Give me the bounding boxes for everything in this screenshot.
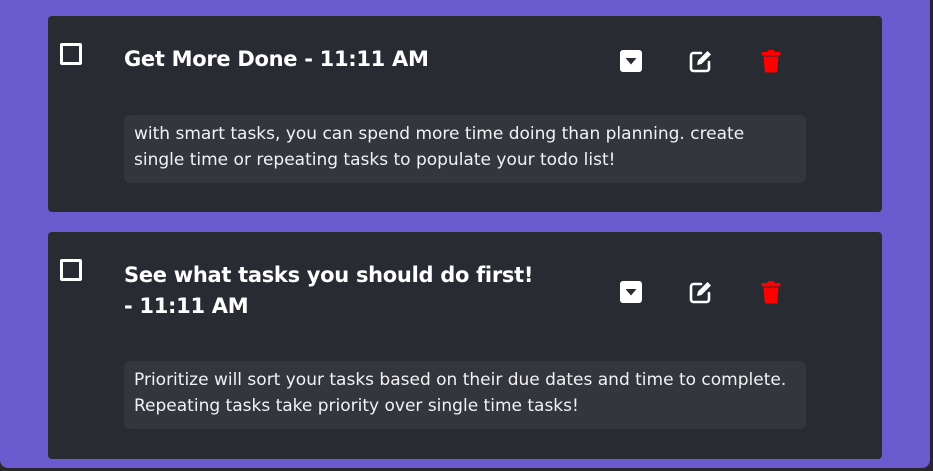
task-checkbox[interactable] (60, 43, 82, 65)
trash-icon[interactable] (757, 47, 785, 75)
task-list-panel: Get More Done - 11:11 AM with smart task… (0, 0, 930, 468)
caret-down-square-icon[interactable] (617, 278, 645, 306)
task-card: Get More Done - 11:11 AM with smart task… (48, 16, 882, 212)
task-checkbox[interactable] (60, 259, 82, 281)
task-card: See what tasks you should do first! - 11… (48, 232, 882, 459)
task-title: See what tasks you should do first! - 11… (124, 263, 534, 318)
task-description: with smart tasks, you can spend more tim… (124, 115, 806, 183)
trash-icon[interactable] (757, 278, 785, 306)
caret-down-square-icon[interactable] (617, 47, 645, 75)
edit-icon[interactable] (687, 278, 715, 306)
task-title: Get More Done - 11:11 AM (124, 47, 429, 71)
edit-icon[interactable] (687, 47, 715, 75)
task-description: Prioritize will sort your tasks based on… (124, 361, 806, 429)
